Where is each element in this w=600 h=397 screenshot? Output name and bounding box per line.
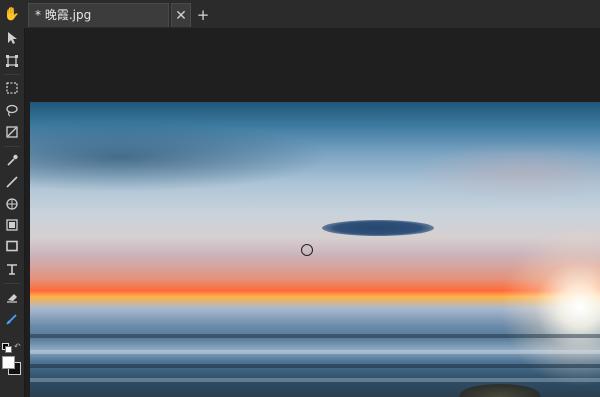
hand-icon: ✋ (3, 6, 21, 22)
shore-rock (460, 384, 540, 397)
document-tab-title: * 晚霞.jpg (35, 8, 92, 22)
foreground-color-swatch[interactable] (2, 356, 15, 369)
smudge-tool-button[interactable] (2, 309, 22, 329)
lasso-icon (6, 104, 18, 117)
close-icon: ✕ (175, 7, 187, 24)
text-icon (7, 264, 17, 275)
move-tool-button[interactable] (2, 28, 22, 48)
transform-tool-button[interactable] (2, 51, 22, 71)
brush-cursor (301, 244, 313, 256)
sea-band (30, 378, 600, 382)
close-tab-button[interactable]: ✕ (171, 3, 191, 27)
sea-band (30, 334, 600, 338)
crop-tool-button[interactable] (2, 122, 22, 142)
pointer-arrow-icon (8, 32, 17, 44)
tools-panel: ✋ ↶ (0, 0, 25, 397)
dark-cloud (322, 220, 434, 236)
shape-tool-button[interactable] (2, 236, 22, 256)
layer-tool-button[interactable] (2, 215, 22, 235)
document-tab-bar: * 晚霞.jpg ✕ + (24, 0, 600, 28)
text-tool-button[interactable] (2, 259, 22, 279)
plus-icon: + (196, 6, 210, 24)
lasso-tool-button[interactable] (2, 100, 22, 120)
rect-select-tool-button[interactable] (2, 78, 22, 98)
sky-cloud-streak (30, 122, 330, 192)
stamp-icon (6, 198, 18, 210)
marquee-icon (6, 82, 18, 94)
sun-glow (500, 227, 600, 387)
sea-band (30, 350, 600, 354)
brush-icon (6, 176, 18, 188)
sea-band (30, 364, 600, 368)
transform-icon (6, 55, 18, 67)
brush-tool-button[interactable] (2, 172, 22, 192)
eraser-tool-button[interactable] (2, 287, 22, 307)
image-canvas[interactable] (30, 102, 600, 397)
stamp-tool-button[interactable] (2, 194, 22, 214)
eyedropper-icon (7, 154, 18, 166)
swap-colors-icon[interactable]: ↶ (14, 342, 21, 351)
hand-tool-button[interactable]: ✋ (2, 4, 22, 24)
smudge-icon (6, 314, 17, 325)
eraser-icon (7, 294, 17, 303)
layer-icon (6, 219, 18, 231)
sky-cloud-streak (410, 142, 600, 202)
document-tab[interactable]: * 晚霞.jpg (28, 3, 169, 27)
crop-icon (6, 126, 18, 138)
default-colors-button[interactable] (2, 343, 12, 353)
eyedropper-tool-button[interactable] (2, 150, 22, 170)
rectangle-icon (6, 240, 18, 252)
new-tab-button[interactable]: + (193, 3, 213, 27)
